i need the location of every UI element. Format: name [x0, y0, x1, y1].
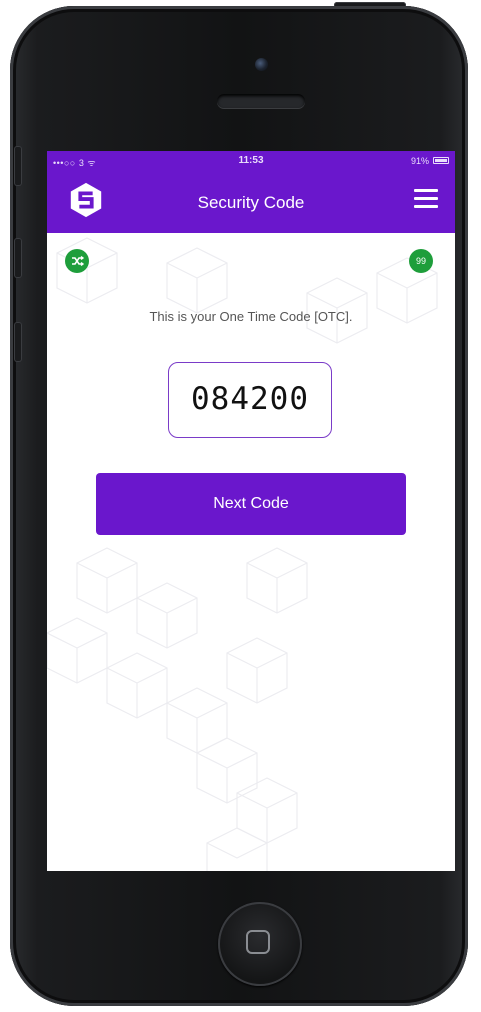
volume-down-button [14, 322, 22, 362]
stage: •••○○ 3 ᯤ 11:53 91% Security Code 99 Thi… [0, 0, 481, 1012]
next-code-button[interactable]: Next Code [96, 473, 406, 535]
otc-code-display: 084200 [168, 362, 332, 438]
mute-switch [14, 146, 22, 186]
shuffle-icon [72, 255, 85, 267]
battery-icon [433, 157, 449, 164]
hamburger-menu-icon[interactable] [411, 185, 441, 213]
page-title: Security Code [197, 193, 305, 212]
home-button[interactable] [218, 902, 302, 986]
shuffle-badge[interactable] [65, 249, 89, 273]
home-square-icon [246, 930, 270, 954]
nav-bar: Security Code [47, 171, 455, 233]
otc-info-text: This is your One Time Code [OTC]. [149, 309, 353, 324]
count-badge[interactable]: 99 [409, 249, 433, 273]
front-camera [255, 58, 268, 71]
status-bar: •••○○ 3 ᯤ 11:53 91% [47, 151, 455, 171]
battery-percent: 91% [410, 156, 429, 166]
status-time: 11:53 [238, 155, 264, 166]
volume-up-button [14, 238, 22, 278]
earpiece-speaker [217, 94, 305, 108]
app-screen: •••○○ 3 ᯤ 11:53 91% Security Code 99 Thi… [47, 151, 455, 871]
cube-pattern-background [47, 237, 438, 871]
